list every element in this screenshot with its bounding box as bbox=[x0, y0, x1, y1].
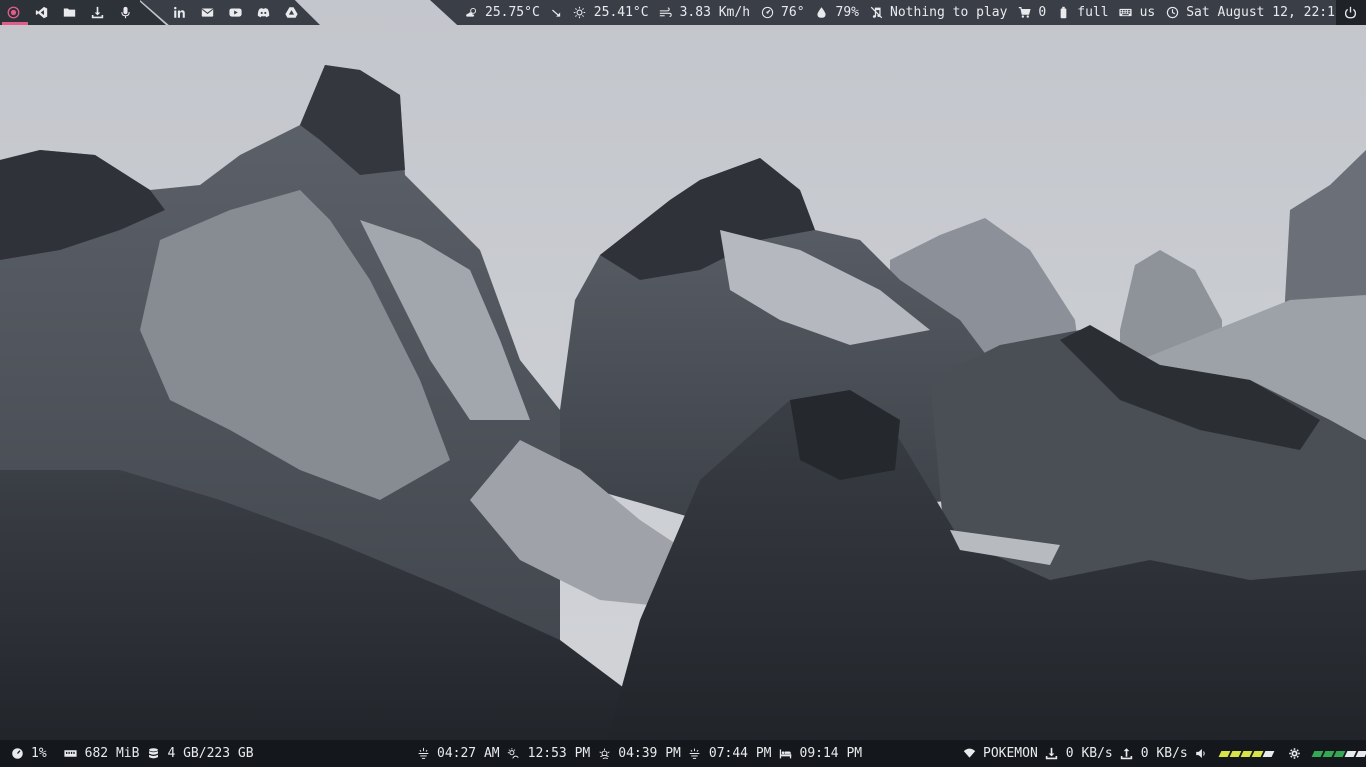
sun-times: 04:27 AM 12:53 PM 04:39 PM 07:44 PM 09:1… bbox=[414, 740, 862, 767]
upload-speed-icon bbox=[1118, 745, 1136, 763]
noon-sun-icon bbox=[505, 745, 523, 763]
wifi-icon bbox=[960, 745, 978, 763]
download-speed-icon bbox=[1043, 745, 1061, 763]
linkedin-icon[interactable] bbox=[170, 4, 188, 22]
dawn-icon bbox=[414, 745, 432, 763]
social-group bbox=[170, 0, 300, 25]
download-icon[interactable] bbox=[88, 4, 106, 22]
battery-icon bbox=[1054, 4, 1072, 22]
power-icon[interactable] bbox=[1341, 4, 1359, 22]
upload-speed: 0 KB/s bbox=[1140, 746, 1188, 761]
trend-down-arrow-icon bbox=[548, 4, 566, 22]
battery-status: full bbox=[1077, 5, 1109, 20]
brightness-segment bbox=[1344, 750, 1357, 757]
network-and-controls: POKEMON 0 KB/s 0 KB/s bbox=[960, 740, 1366, 767]
memory-icon bbox=[62, 745, 80, 763]
wind-speed: 3.83 Km/h bbox=[679, 5, 751, 20]
desktop-wallpaper bbox=[0, 0, 1366, 767]
disk-usage: 4 GB/223 GB bbox=[167, 746, 254, 761]
volume-segment bbox=[1240, 750, 1253, 757]
keyboard-layout[interactable]: us bbox=[1140, 5, 1156, 20]
brightness-segment bbox=[1311, 750, 1324, 757]
updates-count[interactable]: 0 bbox=[1038, 5, 1046, 20]
volume-segment bbox=[1251, 750, 1264, 757]
sunset-time: 04:39 PM bbox=[618, 746, 681, 761]
clock-icon bbox=[1163, 4, 1181, 22]
cpu-gauge-icon bbox=[8, 745, 26, 763]
bottom-panel: 1% 682 MiB 4 GB/223 GB 04:27 AM 12:53 PM… bbox=[0, 740, 1366, 767]
feels-like-temperature: 25.41°C bbox=[593, 5, 649, 20]
cpu-usage: 1% bbox=[31, 746, 47, 761]
vscode-icon[interactable] bbox=[32, 4, 50, 22]
partly-cloudy-icon bbox=[462, 4, 480, 22]
folder-icon[interactable] bbox=[60, 4, 78, 22]
shopping-cart-icon bbox=[1015, 4, 1033, 22]
brightness-segment bbox=[1322, 750, 1335, 757]
brightness-segment bbox=[1333, 750, 1346, 757]
volume-level-bar[interactable] bbox=[1218, 750, 1275, 757]
humidity-value: 79% bbox=[835, 5, 860, 20]
power-group bbox=[1341, 0, 1359, 25]
now-playing-text[interactable]: Nothing to play bbox=[890, 5, 1007, 20]
active-indicator bbox=[2, 22, 28, 25]
wind-icon bbox=[657, 4, 675, 22]
discord-icon[interactable] bbox=[254, 4, 272, 22]
dawn-time: 04:27 AM bbox=[437, 746, 500, 761]
database-icon bbox=[144, 745, 162, 763]
app-menu-icon[interactable] bbox=[4, 4, 22, 22]
google-drive-icon[interactable] bbox=[282, 4, 300, 22]
youtube-icon[interactable] bbox=[226, 4, 244, 22]
microphone-icon[interactable] bbox=[116, 4, 134, 22]
brightness-gear-icon[interactable] bbox=[1286, 745, 1304, 763]
status-group: 25.75°C 25.41°C 3.83 Km/h 76° 79% Nothin… bbox=[462, 0, 1346, 25]
network-name[interactable]: POKEMON bbox=[983, 746, 1038, 761]
bedtime: 09:14 PM bbox=[799, 746, 863, 761]
system-stats: 1% 682 MiB 4 GB/223 GB bbox=[8, 740, 254, 767]
noon-time: 12:53 PM bbox=[527, 746, 591, 761]
weather-temperature: 25.75°C bbox=[485, 5, 540, 20]
sunset-icon bbox=[595, 745, 613, 763]
keyboard-icon bbox=[1117, 4, 1135, 22]
date-time[interactable]: Sat August 12, 22:11 bbox=[1186, 5, 1343, 20]
download-speed: 0 KB/s bbox=[1065, 746, 1113, 761]
pressure-value: 76° bbox=[781, 5, 805, 20]
sun-icon bbox=[571, 4, 589, 22]
brightness-level-bar[interactable] bbox=[1311, 750, 1366, 757]
dusk-time: 07:44 PM bbox=[708, 746, 772, 761]
dusk-icon bbox=[686, 745, 704, 763]
top-panel: 25.75°C 25.41°C 3.83 Km/h 76° 79% Nothin… bbox=[0, 0, 1366, 25]
volume-segment bbox=[1229, 750, 1242, 757]
bed-icon bbox=[777, 745, 795, 763]
brightness-segment bbox=[1355, 750, 1366, 757]
volume-segment bbox=[1218, 750, 1231, 757]
memory-usage: 682 MiB bbox=[84, 746, 140, 761]
mail-icon[interactable] bbox=[198, 4, 216, 22]
volume-segment bbox=[1262, 750, 1275, 757]
music-off-icon bbox=[867, 4, 885, 22]
gauge-icon bbox=[758, 4, 776, 22]
volume-icon[interactable] bbox=[1193, 745, 1211, 763]
humidity-drop-icon bbox=[813, 4, 831, 22]
